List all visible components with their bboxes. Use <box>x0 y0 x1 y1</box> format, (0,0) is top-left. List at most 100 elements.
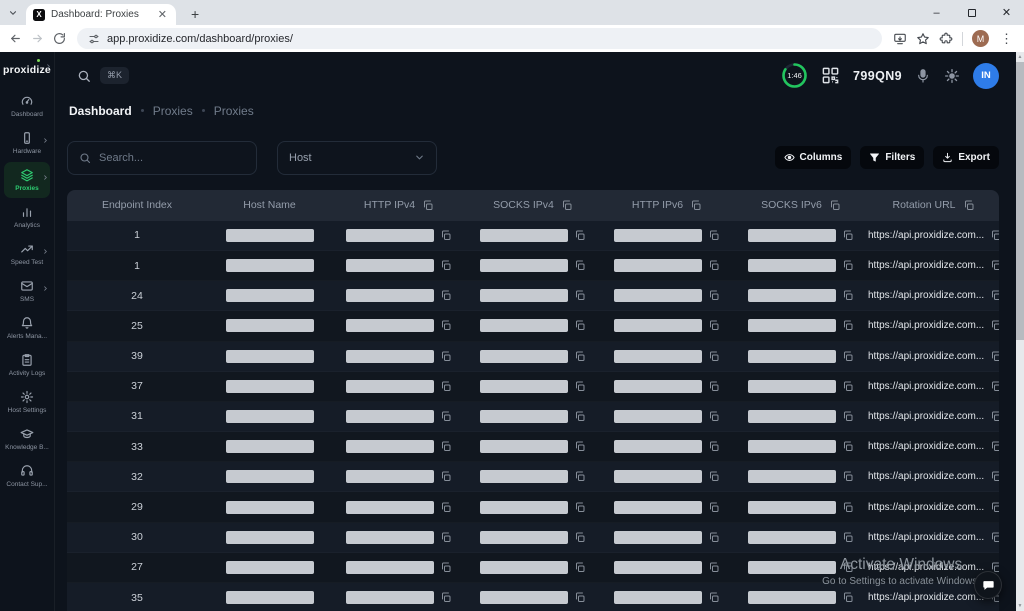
rotation-url-link[interactable]: https://api.proxidize.com... <box>868 562 984 573</box>
copy-http-ipv6-icon[interactable] <box>708 259 720 272</box>
window-close-button[interactable]: ✕ <box>989 0 1024 25</box>
copy-http-ipv6-icon[interactable] <box>708 380 720 393</box>
rotation-url-link[interactable]: https://api.proxidize.com... <box>868 320 984 331</box>
chat-launcher-button[interactable] <box>974 571 1002 599</box>
copy-http-ipv4-icon[interactable] <box>440 591 452 604</box>
copy-socks-ipv4-icon[interactable] <box>574 289 586 302</box>
column-header-socks-ipv4[interactable]: SOCKS IPv4 <box>466 199 600 212</box>
user-avatar[interactable]: IN <box>973 63 999 89</box>
copy-socks-ipv6-icon[interactable] <box>842 531 854 544</box>
copy-http-ipv4-icon[interactable] <box>440 410 452 423</box>
breadcrumb-item-dashboard[interactable]: Dashboard <box>69 104 132 118</box>
copy-socks-ipv4-icon[interactable] <box>574 350 586 363</box>
copy-socks-ipv6-icon[interactable] <box>842 380 854 393</box>
copy-socks-ipv6-icon[interactable] <box>842 319 854 332</box>
copy-column-http-ipv4-icon[interactable] <box>422 199 434 212</box>
copy-socks-ipv6-icon[interactable] <box>842 561 854 574</box>
url-bar[interactable]: app.proxidize.com/dashboard/proxies/ <box>77 28 882 49</box>
columns-button[interactable]: Columns <box>775 146 852 169</box>
copy-socks-ipv4-icon[interactable] <box>574 591 586 604</box>
browser-menu-icon[interactable]: ⋮ <box>998 31 1015 47</box>
copy-socks-ipv6-icon[interactable] <box>842 259 854 272</box>
copy-http-ipv4-icon[interactable] <box>440 531 452 544</box>
copy-http-ipv6-icon[interactable] <box>708 440 720 453</box>
copy-http-ipv6-icon[interactable] <box>708 470 720 483</box>
copy-rotation-url-icon[interactable] <box>990 350 999 363</box>
sidebar-item-proxies[interactable]: Proxies <box>4 162 50 198</box>
rotation-url-link[interactable]: https://api.proxidize.com... <box>868 411 984 422</box>
copy-http-ipv6-icon[interactable] <box>708 501 720 514</box>
sidebar-item-contact-sup[interactable]: Contact Sup... <box>4 458 50 494</box>
tab-search-chevron-icon[interactable] <box>0 0 26 25</box>
sidebar-item-hardware[interactable]: Hardware <box>4 125 50 161</box>
copy-socks-ipv6-icon[interactable] <box>842 350 854 363</box>
rotation-url-link[interactable]: https://api.proxidize.com... <box>868 351 984 362</box>
copy-socks-ipv4-icon[interactable] <box>574 229 586 242</box>
copy-rotation-url-icon[interactable] <box>990 380 999 393</box>
gear-icon[interactable] <box>944 68 960 84</box>
scrollbar-thumb[interactable] <box>1016 62 1024 340</box>
copy-socks-ipv4-icon[interactable] <box>574 410 586 423</box>
copy-socks-ipv4-icon[interactable] <box>574 561 586 574</box>
copy-rotation-url-icon[interactable] <box>990 259 999 272</box>
sidebar-item-analytics[interactable]: Analytics <box>4 199 50 235</box>
rotation-url-link[interactable]: https://api.proxidize.com... <box>868 502 984 513</box>
copy-column-rotation-url-icon[interactable] <box>963 199 975 212</box>
send-to-device-icon[interactable] <box>893 32 907 46</box>
copy-http-ipv6-icon[interactable] <box>708 591 720 604</box>
sidebar-item-host-settings[interactable]: Host Settings <box>4 384 50 420</box>
sidebar-item-activity-logs[interactable]: Activity Logs <box>4 347 50 383</box>
copy-socks-ipv4-icon[interactable] <box>574 501 586 514</box>
copy-http-ipv4-icon[interactable] <box>440 440 452 453</box>
copy-socks-ipv6-icon[interactable] <box>842 470 854 483</box>
copy-rotation-url-icon[interactable] <box>990 531 999 544</box>
site-settings-icon[interactable] <box>88 33 100 45</box>
column-header-host-name[interactable]: Host Name <box>207 199 332 211</box>
copy-socks-ipv4-icon[interactable] <box>574 440 586 453</box>
copy-socks-ipv4-icon[interactable] <box>574 531 586 544</box>
window-minimize-button[interactable]: – <box>919 0 954 25</box>
copy-socks-ipv6-icon[interactable] <box>842 229 854 242</box>
extensions-icon[interactable] <box>939 32 953 46</box>
browser-profile-avatar[interactable]: M <box>972 30 989 47</box>
copy-http-ipv6-icon[interactable] <box>708 319 720 332</box>
reload-icon[interactable] <box>53 32 66 45</box>
window-maximize-button[interactable] <box>954 0 989 25</box>
microphone-icon[interactable] <box>915 68 931 84</box>
sidebar-expand-icon[interactable] <box>45 63 52 70</box>
copy-http-ipv4-icon[interactable] <box>440 259 452 272</box>
copy-http-ipv4-icon[interactable] <box>440 350 452 363</box>
column-header-http-ipv4[interactable]: HTTP IPv4 <box>332 199 466 212</box>
qr-code-icon[interactable] <box>821 66 840 85</box>
copy-http-ipv4-icon[interactable] <box>440 319 452 332</box>
copy-column-socks-ipv4-icon[interactable] <box>561 199 573 212</box>
rotation-url-link[interactable]: https://api.proxidize.com... <box>868 532 984 543</box>
back-icon[interactable] <box>9 32 22 45</box>
tab-close-icon[interactable]: ✕ <box>156 8 169 21</box>
rotation-url-link[interactable]: https://api.proxidize.com... <box>868 471 984 482</box>
rotation-url-link[interactable]: https://api.proxidize.com... <box>868 260 984 271</box>
copy-http-ipv4-icon[interactable] <box>440 501 452 514</box>
forward-icon[interactable] <box>31 32 44 45</box>
sidebar-item-alerts-mana[interactable]: Alerts Mana... <box>4 310 50 346</box>
browser-tab[interactable]: X Dashboard: Proxies ✕ <box>26 4 176 25</box>
copy-rotation-url-icon[interactable] <box>990 501 999 514</box>
sidebar-item-speed-test[interactable]: Speed Test <box>4 236 50 272</box>
column-header-socks-ipv6[interactable]: SOCKS IPv6 <box>734 199 868 212</box>
breadcrumb-item-proxies-2[interactable]: Proxies <box>214 104 254 118</box>
copy-http-ipv4-icon[interactable] <box>440 380 452 393</box>
copy-socks-ipv4-icon[interactable] <box>574 259 586 272</box>
copy-http-ipv4-icon[interactable] <box>440 561 452 574</box>
table-search-input[interactable]: Search... <box>67 141 257 175</box>
host-filter-select[interactable]: Host <box>277 141 437 175</box>
copy-rotation-url-icon[interactable] <box>990 440 999 453</box>
copy-http-ipv4-icon[interactable] <box>440 289 452 302</box>
sidebar-item-sms[interactable]: SMS <box>4 273 50 309</box>
rotation-url-link[interactable]: https://api.proxidize.com... <box>868 381 984 392</box>
new-tab-button[interactable]: + <box>185 6 205 22</box>
column-header-http-ipv6[interactable]: HTTP IPv6 <box>600 199 734 212</box>
copy-http-ipv6-icon[interactable] <box>708 289 720 302</box>
copy-socks-ipv6-icon[interactable] <box>842 289 854 302</box>
rotation-url-link[interactable]: https://api.proxidize.com... <box>868 230 984 241</box>
copy-column-socks-ipv6-icon[interactable] <box>829 199 841 212</box>
